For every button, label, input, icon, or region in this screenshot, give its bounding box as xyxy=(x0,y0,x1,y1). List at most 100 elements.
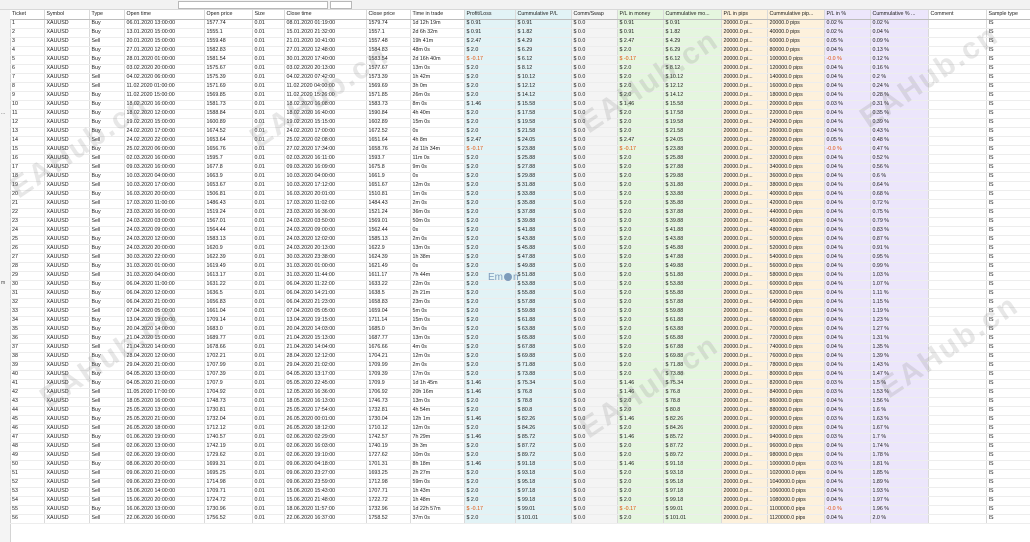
cell-cummulative-pips: 180000.0 pips xyxy=(767,91,825,101)
table-row[interactable]: 10 XAUUSD Buy 18.02.2020 16:00:00 1581.73 0.0… xyxy=(10,100,1030,110)
table-row[interactable]: 38 XAUUSD Buy 28.04.2020 12:00:00 1702.21 0.0… xyxy=(10,352,1030,362)
table-row[interactable]: 52 XAUUSD Sell 09.06.2020 23:00:00 1714.98 0.… xyxy=(10,478,1030,488)
table-row[interactable]: 54 XAUUSD Sell 15.06.2020 20:00:00 1724.72 0.… xyxy=(10,496,1030,506)
cell-cummulative-money: $ 47.88 xyxy=(663,253,722,263)
column-header-ticket[interactable]: Ticket xyxy=(10,10,45,20)
table-row[interactable]: 40 XAUUSD Buy 04.05.2020 13:00:00 1707.39 0.0… xyxy=(10,370,1030,380)
table-row[interactable]: 35 XAUUSD Buy 20.04.2020 14:00:00 1683.0 0.01… xyxy=(10,325,1030,335)
column-header-comment[interactable]: Comment xyxy=(928,10,987,20)
cell-size: 0.01 xyxy=(252,37,285,47)
cell-comment xyxy=(928,433,987,443)
cell-pl-money: $ 2.0 xyxy=(617,424,664,434)
cell-comm-swap: $ 0.0 xyxy=(571,334,618,344)
column-header-cummulative-money[interactable]: Cummulative mo... xyxy=(663,10,722,20)
table-row[interactable]: 56 XAUUSD Sell 22.06.2020 16:00:00 1756.52 0.… xyxy=(10,514,1030,524)
table-row[interactable]: 4 XAUUSD Buy 27.01.2020 12:00:00 1582.83 0.01… xyxy=(10,46,1030,56)
column-header-close-time[interactable]: Close time xyxy=(284,10,367,20)
cell-comm-swap: $ 0.0 xyxy=(571,262,618,272)
table-row[interactable]: 21 XAUUSD Sell 17.03.2020 11:00:00 1486.43 0.… xyxy=(10,199,1030,209)
table-row[interactable]: 47 XAUUSD Buy 01.06.2020 19:00:00 1740.57 0.0… xyxy=(10,433,1030,443)
table-row[interactable]: 49 XAUUSD Sell 02.06.2020 19:00:00 1729.62 0.… xyxy=(10,451,1030,461)
table-row[interactable]: 32 XAUUSD Buy 06.04.2020 21:00:00 1656.83 0.0… xyxy=(10,298,1030,308)
column-header-cummulative-pips[interactable]: Cummulative pip... xyxy=(767,10,825,20)
column-header-cummulative-pl[interactable]: Cummulative P/L xyxy=(515,10,572,20)
table-row[interactable]: 12 XAUUSD Buy 19.02.2020 15:00:00 1600.89 0.0… xyxy=(10,118,1030,128)
column-header-close-price[interactable]: Close price xyxy=(366,10,411,20)
column-header-sample-type[interactable]: Sample type xyxy=(986,10,1030,20)
table-row[interactable]: 23 XAUUSD Sell 24.03.2020 03:00:00 1567.01 0.… xyxy=(10,217,1030,227)
table-row[interactable]: 14 XAUUSD Sell 24.02.2020 22:00:00 1653.64 0.… xyxy=(10,136,1030,146)
column-header-profit-loss[interactable]: Profit/Loss xyxy=(464,10,516,20)
table-row[interactable]: 3 XAUUSD Sell 20.01.2020 15:00:00 1559.48 0.0… xyxy=(10,37,1030,47)
table-row[interactable]: 53 XAUUSD Sell 15.06.2020 14:00:00 1709.71 0.… xyxy=(10,487,1030,497)
table-row[interactable]: 16 XAUUSD Sell 02.03.2020 16:00:00 1595.7 0.0… xyxy=(10,154,1030,164)
cell-profit-loss: $ 2.47 xyxy=(464,136,516,146)
table-row[interactable]: 26 XAUUSD Buy 24.03.2020 20:00:00 1620.9 0.01… xyxy=(10,244,1030,254)
column-header-time-in-trade[interactable]: Time in trade xyxy=(410,10,465,20)
column-header-size[interactable]: Size xyxy=(252,10,285,20)
table-row[interactable]: 50 XAUUSD Buy 08.06.2020 20:00:00 1699.31 0.0… xyxy=(10,460,1030,470)
cell-size: 0.01 xyxy=(252,478,285,488)
cell-cummulative-pl: $ 75.34 xyxy=(515,379,572,389)
table-row[interactable]: 8 XAUUSD Sell 11.02.2020 01:00:00 1571.69 0.0… xyxy=(10,82,1030,92)
toolbar-field[interactable] xyxy=(178,1,328,9)
table-row[interactable]: 48 XAUUSD Sell 02.06.2020 13:00:00 1742.19 0.… xyxy=(10,442,1030,452)
cell-symbol: XAUUSD xyxy=(44,28,90,38)
cell-pl-percent: 0.04 % xyxy=(824,334,871,344)
cell-symbol: XAUUSD xyxy=(44,415,90,425)
column-header-pl-money[interactable]: P/L in money xyxy=(617,10,664,20)
table-row[interactable]: 27 XAUUSD Sell 30.03.2020 22:00:00 1622.39 0.… xyxy=(10,253,1030,263)
table-row[interactable]: 33 XAUUSD Sell 07.04.2020 05:00:00 1661.04 0.… xyxy=(10,307,1030,317)
cell-open-time: 06.04.2020 12:00:00 xyxy=(124,289,205,299)
cell-close-price: 1709.9 xyxy=(366,379,411,389)
table-row[interactable]: 39 XAUUSD Buy 29.04.2020 21:00:00 1707.99 0.0… xyxy=(10,361,1030,371)
table-row[interactable]: 44 XAUUSD Buy 25.05.2020 13:00:00 1730.81 0.0… xyxy=(10,406,1030,416)
cell-cummulative-pl: $ 14.12 xyxy=(515,91,572,101)
cell-open-price: 1567.01 xyxy=(204,217,253,227)
table-row[interactable]: 22 XAUUSD Buy 23.03.2020 16:00:00 1519.24 0.0… xyxy=(10,208,1030,218)
cell-time-in-trade: 2d 11h 34m xyxy=(410,145,465,155)
table-row[interactable]: 37 XAUUSD Sell 21.04.2020 14:00:00 1678.66 0.… xyxy=(10,343,1030,353)
column-header-comm-swap[interactable]: Comm/Swap xyxy=(571,10,618,20)
table-row[interactable]: 9 XAUUSD Buy 11.02.2020 15:00:00 1569.85 0.01… xyxy=(10,91,1030,101)
column-header-type[interactable]: Type xyxy=(89,10,125,20)
column-header-pl-pips[interactable]: P/L in pips xyxy=(721,10,768,20)
table-row[interactable]: 18 XAUUSD Buy 10.03.2020 04:00:00 1663.9 0.01… xyxy=(10,172,1030,182)
column-header-open-time[interactable]: Open time xyxy=(124,10,205,20)
toolbar-button[interactable] xyxy=(330,1,352,9)
cell-comm-swap: $ 0.0 xyxy=(571,172,618,182)
table-row[interactable]: 41 XAUUSD Buy 04.05.2020 21:00:00 1707.9 0.01… xyxy=(10,379,1030,389)
table-row[interactable]: 15 XAUUSD Buy 25.02.2020 06:00:00 1656.76 0.0… xyxy=(10,145,1030,155)
table-row[interactable]: 13 XAUUSD Buy 24.02.2020 17:00:00 1674.52 0.0… xyxy=(10,127,1030,137)
cell-pl-money: $ 2.0 xyxy=(617,370,664,380)
table-row[interactable]: 17 XAUUSD Sell 09.03.2020 16:00:00 1677.8 0.0… xyxy=(10,163,1030,173)
table-row[interactable]: 43 XAUUSD Sell 18.05.2020 16:00:00 1748.73 0.… xyxy=(10,397,1030,407)
table-row[interactable]: 11 XAUUSD Buy 18.02.2020 12:00:00 1588.84 0.0… xyxy=(10,109,1030,119)
column-header-cummulative-percent[interactable]: Cummulative % ... xyxy=(870,10,929,20)
cell-cummulative-pl: $ 78.8 xyxy=(515,397,572,407)
table-row[interactable]: 28 XAUUSD Buy 31.03.2020 01:00:00 1619.49 0.0… xyxy=(10,262,1030,272)
table-row[interactable]: 55 XAUUSD Buy 16.06.2020 13:00:00 1730.96 0.0… xyxy=(10,505,1030,515)
cell-sample-type: IS xyxy=(986,469,1030,479)
table-row[interactable]: 19 XAUUSD Sell 10.03.2020 17:00:00 1653.67 0.… xyxy=(10,181,1030,191)
table-row[interactable]: 45 XAUUSD Buy 25.05.2020 21:00:00 1732.04 0.0… xyxy=(10,415,1030,425)
table-row[interactable]: 6 XAUUSD Buy 03.02.2020 20:00:00 1575.67 0.01… xyxy=(10,64,1030,74)
table-row[interactable]: 36 XAUUSD Buy 21.04.2020 15:00:00 1689.77 0.0… xyxy=(10,334,1030,344)
table-row[interactable]: 2 XAUUSD Buy 13.01.2020 15:00:00 1555.1 0.01 1… xyxy=(10,28,1030,38)
table-row[interactable]: 51 XAUUSD Sell 09.06.2020 21:00:00 1695.25 0.… xyxy=(10,469,1030,479)
column-header-pl-percent[interactable]: P/L in % xyxy=(824,10,871,20)
table-row[interactable]: 24 XAUUSD Sell 24.03.2020 09:00:00 1564.44 0.… xyxy=(10,226,1030,236)
table-row[interactable]: 7 XAUUSD Sell 04.02.2020 06:00:00 1575.39 0.0… xyxy=(10,73,1030,83)
column-header-open-price[interactable]: Open price xyxy=(204,10,253,20)
table-row[interactable]: 34 XAUUSD Buy 13.04.2020 19:00:00 1709.14 0.0… xyxy=(10,316,1030,326)
table-row[interactable]: 5 XAUUSD Buy 28.01.2020 01:00:00 1581.54 0.01… xyxy=(10,55,1030,65)
cell-sample-type: IS xyxy=(986,199,1030,209)
table-row[interactable]: 42 XAUUSD Sell 11.05.2020 17:00:00 1704.92 0.… xyxy=(10,388,1030,398)
table-row[interactable]: 1 XAUUSD Buy 06.01.2020 13:00:00 1577.74 0.01… xyxy=(10,19,1030,29)
column-header-symbol[interactable]: Symbol xyxy=(44,10,90,20)
table-row[interactable]: 46 XAUUSD Sell 26.05.2020 18:00:00 1712.12 0.… xyxy=(10,424,1030,434)
table-row[interactable]: 31 XAUUSD Buy 06.04.2020 12:00:00 1636.5 0.01… xyxy=(10,289,1030,299)
table-row[interactable]: 25 XAUUSD Buy 24.03.2020 12:00:00 1583.13 0.0… xyxy=(10,235,1030,245)
table-row[interactable]: 20 XAUUSD Buy 16.03.2020 20:00:00 1506.81 0.0… xyxy=(10,190,1030,200)
cell-type: Buy xyxy=(89,64,125,74)
